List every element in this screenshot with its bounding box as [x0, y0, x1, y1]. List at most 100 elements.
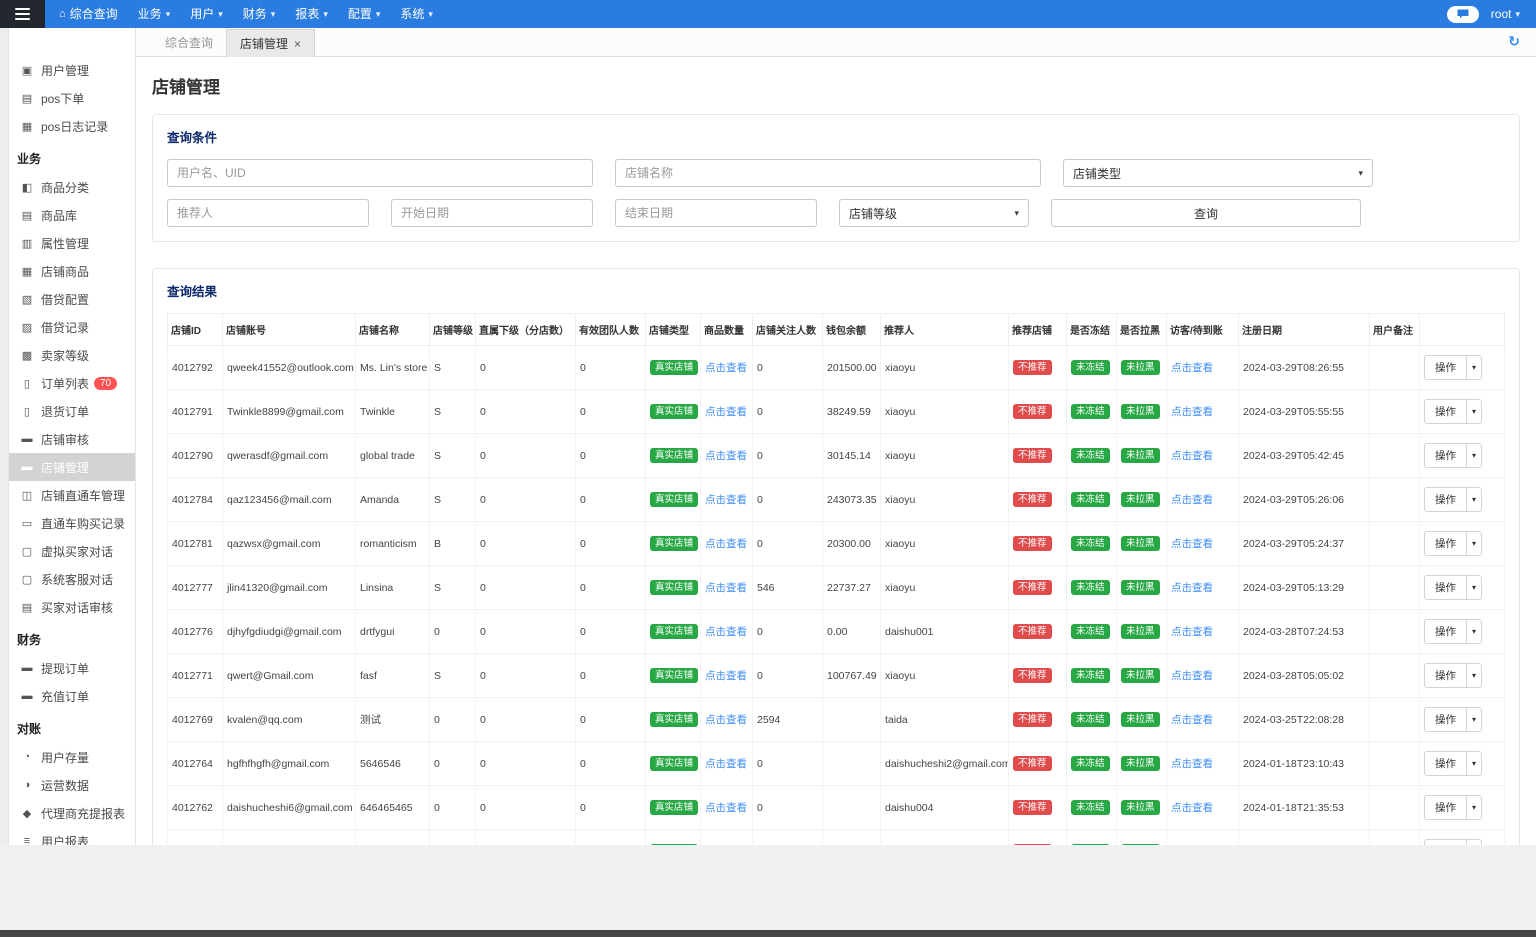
action-button[interactable]: 操作 [1424, 839, 1467, 845]
sidebar-item-system-service-chat[interactable]: ▢ 系统客服对话 [9, 565, 135, 593]
action-dropdown-button[interactable]: ▾ [1467, 795, 1483, 820]
nav-item-overview[interactable]: ⌂ 综合查询 [49, 0, 128, 28]
action-button[interactable]: 操作 [1424, 399, 1467, 424]
messages-button[interactable] [1446, 5, 1479, 23]
visitors-view-link[interactable]: 点击查看 [1171, 758, 1213, 770]
goods-view-link[interactable]: 点击查看 [705, 362, 747, 374]
visitors-view-link[interactable]: 点击查看 [1171, 362, 1213, 374]
nav-item-system[interactable]: 系统 ▾ [390, 0, 443, 28]
action-dropdown-button[interactable]: ▾ [1467, 663, 1483, 688]
search-button[interactable]: 查询 [1051, 199, 1361, 227]
shop-level-select[interactable]: 店铺等级 ▾ [839, 199, 1029, 227]
action-button[interactable]: 操作 [1424, 487, 1467, 512]
nav-item-finance[interactable]: 财务 ▾ [233, 0, 286, 28]
action-button[interactable]: 操作 [1424, 707, 1467, 732]
cell-remark [1369, 433, 1420, 478]
visitors-view-link[interactable]: 点击查看 [1171, 406, 1213, 418]
sidebar-item-attribute-management[interactable]: ▥ 属性管理 [9, 229, 135, 257]
sidebar-item-product-library[interactable]: ▤ 商品库 [9, 201, 135, 229]
visitors-view-link[interactable]: 点击查看 [1171, 670, 1213, 682]
user-uid-input[interactable] [167, 159, 593, 187]
goods-view-link[interactable]: 点击查看 [705, 670, 747, 682]
action-button[interactable]: 操作 [1424, 531, 1467, 556]
shop-name-input[interactable] [615, 159, 1041, 187]
nav-item-users[interactable]: 用户 ▾ [180, 0, 233, 28]
goods-view-link[interactable]: 点击查看 [705, 538, 747, 550]
menu-toggle-button[interactable] [0, 0, 45, 28]
goods-view-link[interactable]: 点击查看 [705, 802, 747, 814]
report-icon: ≡ [23, 835, 31, 845]
goods-view-link[interactable]: 点击查看 [705, 714, 747, 726]
action-dropdown-button[interactable]: ▾ [1467, 575, 1483, 600]
action-dropdown-button[interactable]: ▾ [1467, 839, 1483, 845]
sidebar-item-return-orders[interactable]: ▯ 退货订单 [9, 397, 135, 425]
action-button[interactable]: 操作 [1424, 795, 1467, 820]
sidebar-item-user-report[interactable]: ≡ 用户报表 [9, 827, 135, 846]
cell-subordinates: 0 [475, 565, 576, 610]
shop-type-select[interactable]: 店铺类型 ▾ [1063, 159, 1373, 187]
sidebar-item-operation-data[interactable]: ◑ 运营数据 [9, 771, 135, 799]
goods-view-link[interactable]: 点击查看 [705, 494, 747, 506]
sidebar-item-loan-records[interactable]: ▨ 借贷记录 [9, 313, 135, 341]
sidebar-item-shop-management[interactable]: ▬ 店铺管理 [8, 453, 135, 481]
sidebar-item-shop-audit[interactable]: ▬ 店铺审核 [9, 425, 135, 453]
sidebar-item-pos-order[interactable]: ▤ pos下单 [9, 84, 135, 112]
sidebar-item-user-stock[interactable]: ◔ 用户存量 [9, 743, 135, 771]
action-dropdown-button[interactable]: ▾ [1467, 619, 1483, 644]
referrer-input[interactable] [167, 199, 369, 227]
cell-name: romanticism [355, 521, 430, 566]
nav-item-reports[interactable]: 报表 ▾ [285, 0, 338, 28]
tab-shop-management[interactable]: 店铺管理 × [226, 29, 316, 57]
visitors-view-link[interactable]: 点击查看 [1171, 494, 1213, 506]
action-dropdown-button[interactable]: ▾ [1467, 355, 1483, 380]
sidebar-item-order-list[interactable]: ▯ 订单列表 70 [9, 369, 135, 397]
close-icon[interactable]: × [294, 31, 301, 57]
sidebar-item-virtual-buyer-chat[interactable]: ▢ 虚拟买家对话 [9, 537, 135, 565]
sidebar-item-shop-products[interactable]: ▦ 店铺商品 [9, 257, 135, 285]
visitors-view-link[interactable]: 点击查看 [1171, 714, 1213, 726]
sidebar-item-recharge-orders[interactable]: ▬ 充值订单 [9, 682, 135, 710]
action-dropdown-button[interactable]: ▾ [1467, 531, 1483, 556]
visitors-view-link[interactable]: 点击查看 [1171, 582, 1213, 594]
cell-team: 0 [575, 565, 646, 610]
sidebar-item-agent-report[interactable]: ◆ 代理商充提报表 [9, 799, 135, 827]
action-button[interactable]: 操作 [1424, 663, 1467, 688]
goods-view-link[interactable]: 点击查看 [705, 450, 747, 462]
sidebar-item-loan-config[interactable]: ▧ 借贷配置 [9, 285, 135, 313]
goods-view-link[interactable]: 点击查看 [705, 406, 747, 418]
action-dropdown-button[interactable]: ▾ [1467, 487, 1483, 512]
action-dropdown-button[interactable]: ▾ [1467, 443, 1483, 468]
sidebar-item-shop-train-management[interactable]: ◫ 店铺直通车管理 [9, 481, 135, 509]
sidebar-item-product-category[interactable]: ◧ 商品分类 [9, 173, 135, 201]
action-button[interactable]: 操作 [1424, 443, 1467, 468]
start-date-input[interactable] [391, 199, 593, 227]
visitors-view-link[interactable]: 点击查看 [1171, 538, 1213, 550]
visitors-view-link[interactable]: 点击查看 [1171, 450, 1213, 462]
action-dropdown-button[interactable]: ▾ [1467, 751, 1483, 776]
goods-view-link[interactable]: 点击查看 [705, 758, 747, 770]
user-menu[interactable]: root ▾ [1491, 7, 1536, 21]
tab-overview[interactable]: 综合查询 [152, 30, 226, 56]
refresh-icon[interactable]: ↻ [1508, 33, 1520, 50]
cell-level: S [429, 477, 476, 522]
sidebar-item-pos-log[interactable]: ▦ pos日志记录 [9, 112, 135, 140]
end-date-input[interactable] [615, 199, 817, 227]
action-button[interactable]: 操作 [1424, 355, 1467, 380]
action-button[interactable]: 操作 [1424, 575, 1467, 600]
nav-item-business[interactable]: 业务 ▾ [128, 0, 181, 28]
sidebar-item-train-purchase-records[interactable]: ▭ 直通车购买记录 [9, 509, 135, 537]
action-button[interactable]: 操作 [1424, 751, 1467, 776]
sidebar-item-buyer-chat-audit[interactable]: ▤ 买家对话审核 [9, 593, 135, 621]
visitors-view-link[interactable]: 点击查看 [1171, 626, 1213, 638]
visitors-view-link[interactable]: 点击查看 [1171, 802, 1213, 814]
action-button[interactable]: 操作 [1424, 619, 1467, 644]
goods-view-link[interactable]: 点击查看 [705, 626, 747, 638]
sidebar-item-seller-level[interactable]: ▩ 卖家等级 [9, 341, 135, 369]
nav-item-config[interactable]: 配置 ▾ [338, 0, 391, 28]
goods-view-link[interactable]: 点击查看 [705, 582, 747, 594]
action-dropdown-button[interactable]: ▾ [1467, 399, 1483, 424]
sidebar-item-withdraw-orders[interactable]: ▬ 提现订单 [9, 654, 135, 682]
sidebar-scroll-track[interactable] [0, 28, 9, 845]
sidebar-item-user-management[interactable]: ▣ 用户管理 [9, 56, 135, 84]
action-dropdown-button[interactable]: ▾ [1467, 707, 1483, 732]
